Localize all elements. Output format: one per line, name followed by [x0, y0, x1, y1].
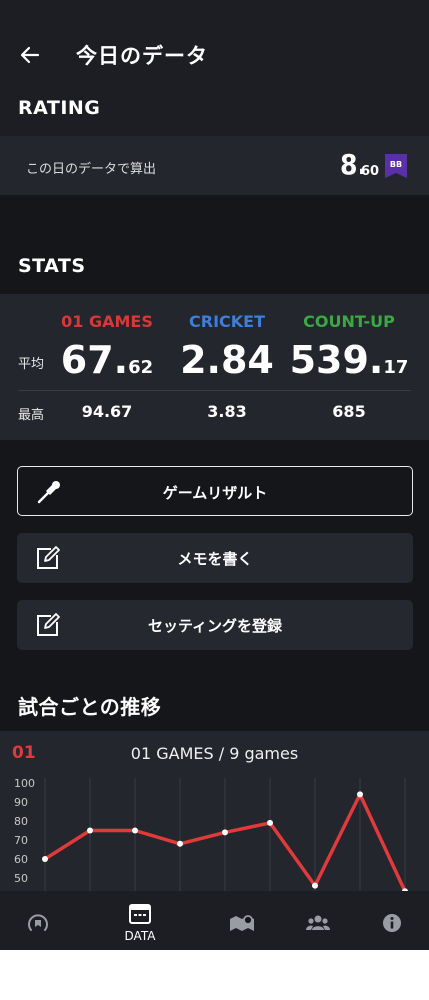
game-result-label: ゲームリザルト: [162, 484, 268, 502]
avg-cricket-int: 2.84: [180, 338, 274, 382]
nav-rating[interactable]: [8, 891, 68, 950]
chart-y-tick-label: 50: [14, 872, 28, 885]
stats-section-title: STATS: [18, 255, 86, 277]
chart-data-point: [357, 791, 363, 798]
avg-row-label: 平均: [18, 357, 45, 372]
nav-friends[interactable]: [287, 891, 347, 950]
stat-head-countup: COUNT-UP: [303, 312, 395, 331]
avg-cricket: 2.84: [167, 338, 287, 382]
data-calendar-icon: [129, 904, 151, 924]
page-title: 今日のデータ: [76, 44, 208, 68]
avg-01games-int: 67.: [60, 338, 129, 382]
stat-head-cricket: CRICKET: [189, 312, 265, 331]
map-icon: [230, 915, 254, 931]
write-memo-button[interactable]: メモを書く: [17, 533, 413, 583]
max-01games: 94.67: [81, 402, 133, 421]
stat-head-01games: 01 GAMES: [61, 312, 153, 331]
max-countup: 685: [332, 402, 366, 421]
chart-title: 01 GAMES / 9 games: [130, 744, 299, 763]
chart-data-point: [177, 840, 183, 847]
bb-flag-badge: BB: [385, 154, 407, 178]
chart-y-tick-label: 70: [14, 834, 28, 847]
chart-data-point: [222, 829, 228, 836]
chart-data-point: [42, 856, 48, 862]
chart-data-point: [267, 819, 273, 826]
rating-gauge-icon: [28, 914, 48, 931]
header-bar: 今日のデータ: [0, 0, 429, 84]
register-setting-label: セッティングを登録: [147, 617, 283, 635]
avg-countup-int: 539.: [289, 338, 384, 382]
avg-01games-dec: 62: [128, 357, 154, 378]
avg-countup-dec: 17: [383, 357, 409, 378]
register-setting-button[interactable]: セッティングを登録: [17, 600, 413, 650]
write-memo-label: メモを書く: [177, 550, 253, 568]
trend-line-chart: 100 90 80 70 60 50: [14, 777, 408, 891]
nav-data-label: DATA: [124, 929, 156, 943]
chart-data-point: [312, 882, 318, 889]
trend-section-title: 試合ごとの推移: [18, 695, 162, 719]
rating-section-title: RATING: [18, 97, 101, 119]
game-result-button[interactable]: ゲームリザルト: [17, 466, 413, 516]
app-screen: 今日のデータ RATING この日のデータで算出 8. 60 BB STATS …: [0, 0, 429, 950]
max-cricket: 3.83: [207, 402, 247, 421]
bb-badge-text: BB: [390, 160, 402, 169]
max-row-label: 最高: [18, 408, 45, 423]
chart-y-tick-label: 90: [14, 796, 28, 809]
info-icon: [383, 914, 401, 932]
friends-icon: [306, 915, 330, 930]
chart-y-tick-label: 60: [14, 853, 28, 866]
chart-data-point: [132, 827, 138, 834]
chart-y-tick-label: 80: [14, 815, 28, 828]
nav-map[interactable]: [211, 891, 271, 950]
chart-y-tick-label: 100: [14, 777, 35, 790]
nav-info[interactable]: [362, 891, 422, 950]
chart-data-point: [87, 827, 93, 834]
avg-countup: 539.17: [289, 338, 409, 382]
back-arrow-icon[interactable]: [18, 40, 42, 70]
rating-label: この日のデータで算出: [26, 162, 157, 177]
rating-value-dec: 60: [361, 164, 380, 179]
stats-divider: [18, 390, 411, 391]
avg-01games: 67.62: [47, 338, 167, 382]
